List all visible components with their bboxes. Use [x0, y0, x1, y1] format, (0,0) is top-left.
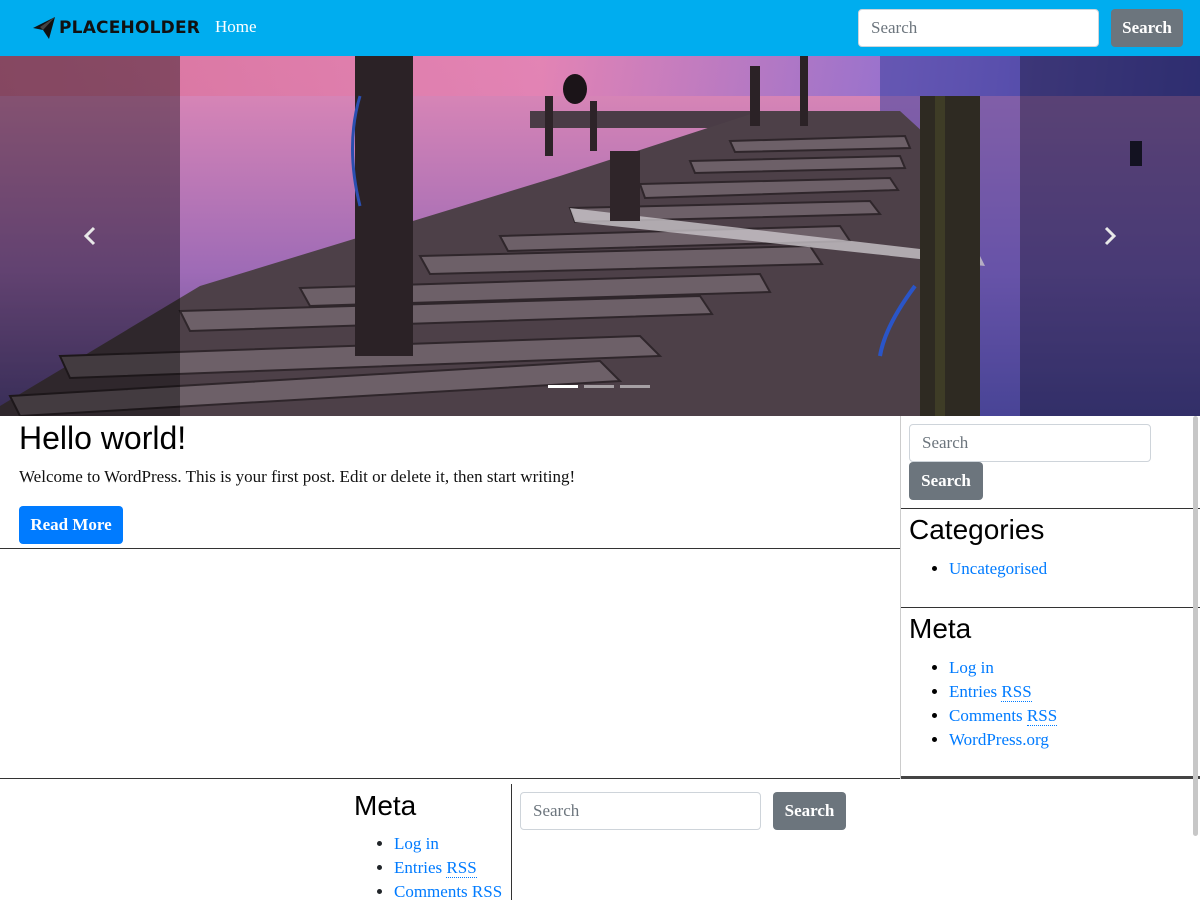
chevron-right-icon: [1104, 226, 1117, 246]
list-item: WordPress.org: [949, 728, 1057, 752]
categories-title: Categories: [909, 514, 1045, 545]
categories-list: Uncategorised: [949, 557, 1047, 581]
sidebar: Search Categories Uncategorised Meta Log…: [900, 416, 1200, 779]
nav-search-button[interactable]: Search: [1111, 9, 1183, 47]
list-item: Log in: [394, 832, 502, 856]
list-item: Log in: [949, 656, 1057, 680]
sidebar-divider: [901, 508, 1200, 509]
page-scrollbar[interactable]: [1193, 416, 1198, 836]
footer-login-link[interactable]: Log in: [394, 834, 439, 853]
sidebar-search-button[interactable]: Search: [909, 462, 983, 500]
paper-plane-logo-icon: [33, 17, 55, 39]
top-navbar: PLACEHOLDER Home Search: [0, 0, 1200, 56]
brand-link[interactable]: PLACEHOLDER: [32, 14, 200, 42]
footer-search-button[interactable]: Search: [773, 792, 846, 830]
list-item: Comments RSS: [394, 880, 503, 900]
category-link-uncategorised[interactable]: Uncategorised: [949, 559, 1047, 578]
footer-meta-widget: Meta Log in Entries RSS Comments RSS: [354, 784, 512, 900]
image-carousel: [0, 56, 1200, 416]
post-excerpt: Welcome to WordPress. This is your first…: [19, 467, 576, 486]
link-text: Comments: [949, 706, 1027, 725]
meta-title: Meta: [909, 613, 972, 644]
rss-abbr: RSS: [1026, 706, 1058, 726]
sidebar-search-input[interactable]: [909, 424, 1151, 462]
list-item: Entries RSS: [949, 680, 1057, 704]
post-title[interactable]: Hello world!: [19, 420, 186, 457]
rss-abbr: RSS: [471, 882, 503, 900]
carousel-indicator[interactable]: [620, 385, 650, 388]
link-text: Entries: [949, 682, 1002, 701]
sidebar-divider: [901, 607, 1200, 608]
rss-abbr: RSS: [1001, 682, 1032, 702]
rss-abbr: RSS: [446, 858, 477, 878]
wordpress-org-link[interactable]: WordPress.org: [949, 730, 1049, 749]
footer-meta-list: Log in Entries RSS Comments RSS: [394, 832, 503, 900]
carousel-next-button[interactable]: [1096, 222, 1124, 250]
footer-meta-title: Meta: [354, 790, 417, 821]
brand-text: PLACEHOLDER: [59, 18, 201, 38]
link-text: Comments: [394, 882, 472, 900]
carousel-prev-button[interactable]: [76, 222, 104, 250]
nav-search-input[interactable]: [858, 9, 1099, 47]
login-link[interactable]: Log in: [949, 658, 994, 677]
entries-rss-link[interactable]: Entries RSS: [949, 682, 1032, 702]
sidebar-divider: [901, 776, 1200, 779]
list-item: Comments RSS: [949, 704, 1058, 728]
list-item: Uncategorised: [949, 557, 1047, 581]
chevron-left-icon: [83, 226, 96, 246]
carousel-indicator[interactable]: [584, 385, 614, 388]
carousel-indicator[interactable]: [548, 385, 578, 388]
post-card: Hello world! Welcome to WordPress. This …: [0, 416, 900, 549]
footer-search-input[interactable]: [520, 792, 761, 830]
footer-comments-rss-link[interactable]: Comments RSS: [394, 882, 503, 900]
link-text: Entries: [394, 858, 447, 877]
nav-home-link[interactable]: Home: [215, 17, 257, 37]
footer-entries-rss-link[interactable]: Entries RSS: [394, 858, 477, 878]
carousel-indicators: [548, 385, 650, 388]
list-item: Entries RSS: [394, 856, 502, 880]
meta-list: Log in Entries RSS Comments RSS WordPres…: [949, 656, 1058, 752]
read-more-button[interactable]: Read More: [19, 506, 123, 544]
comments-rss-link[interactable]: Comments RSS: [949, 706, 1058, 726]
